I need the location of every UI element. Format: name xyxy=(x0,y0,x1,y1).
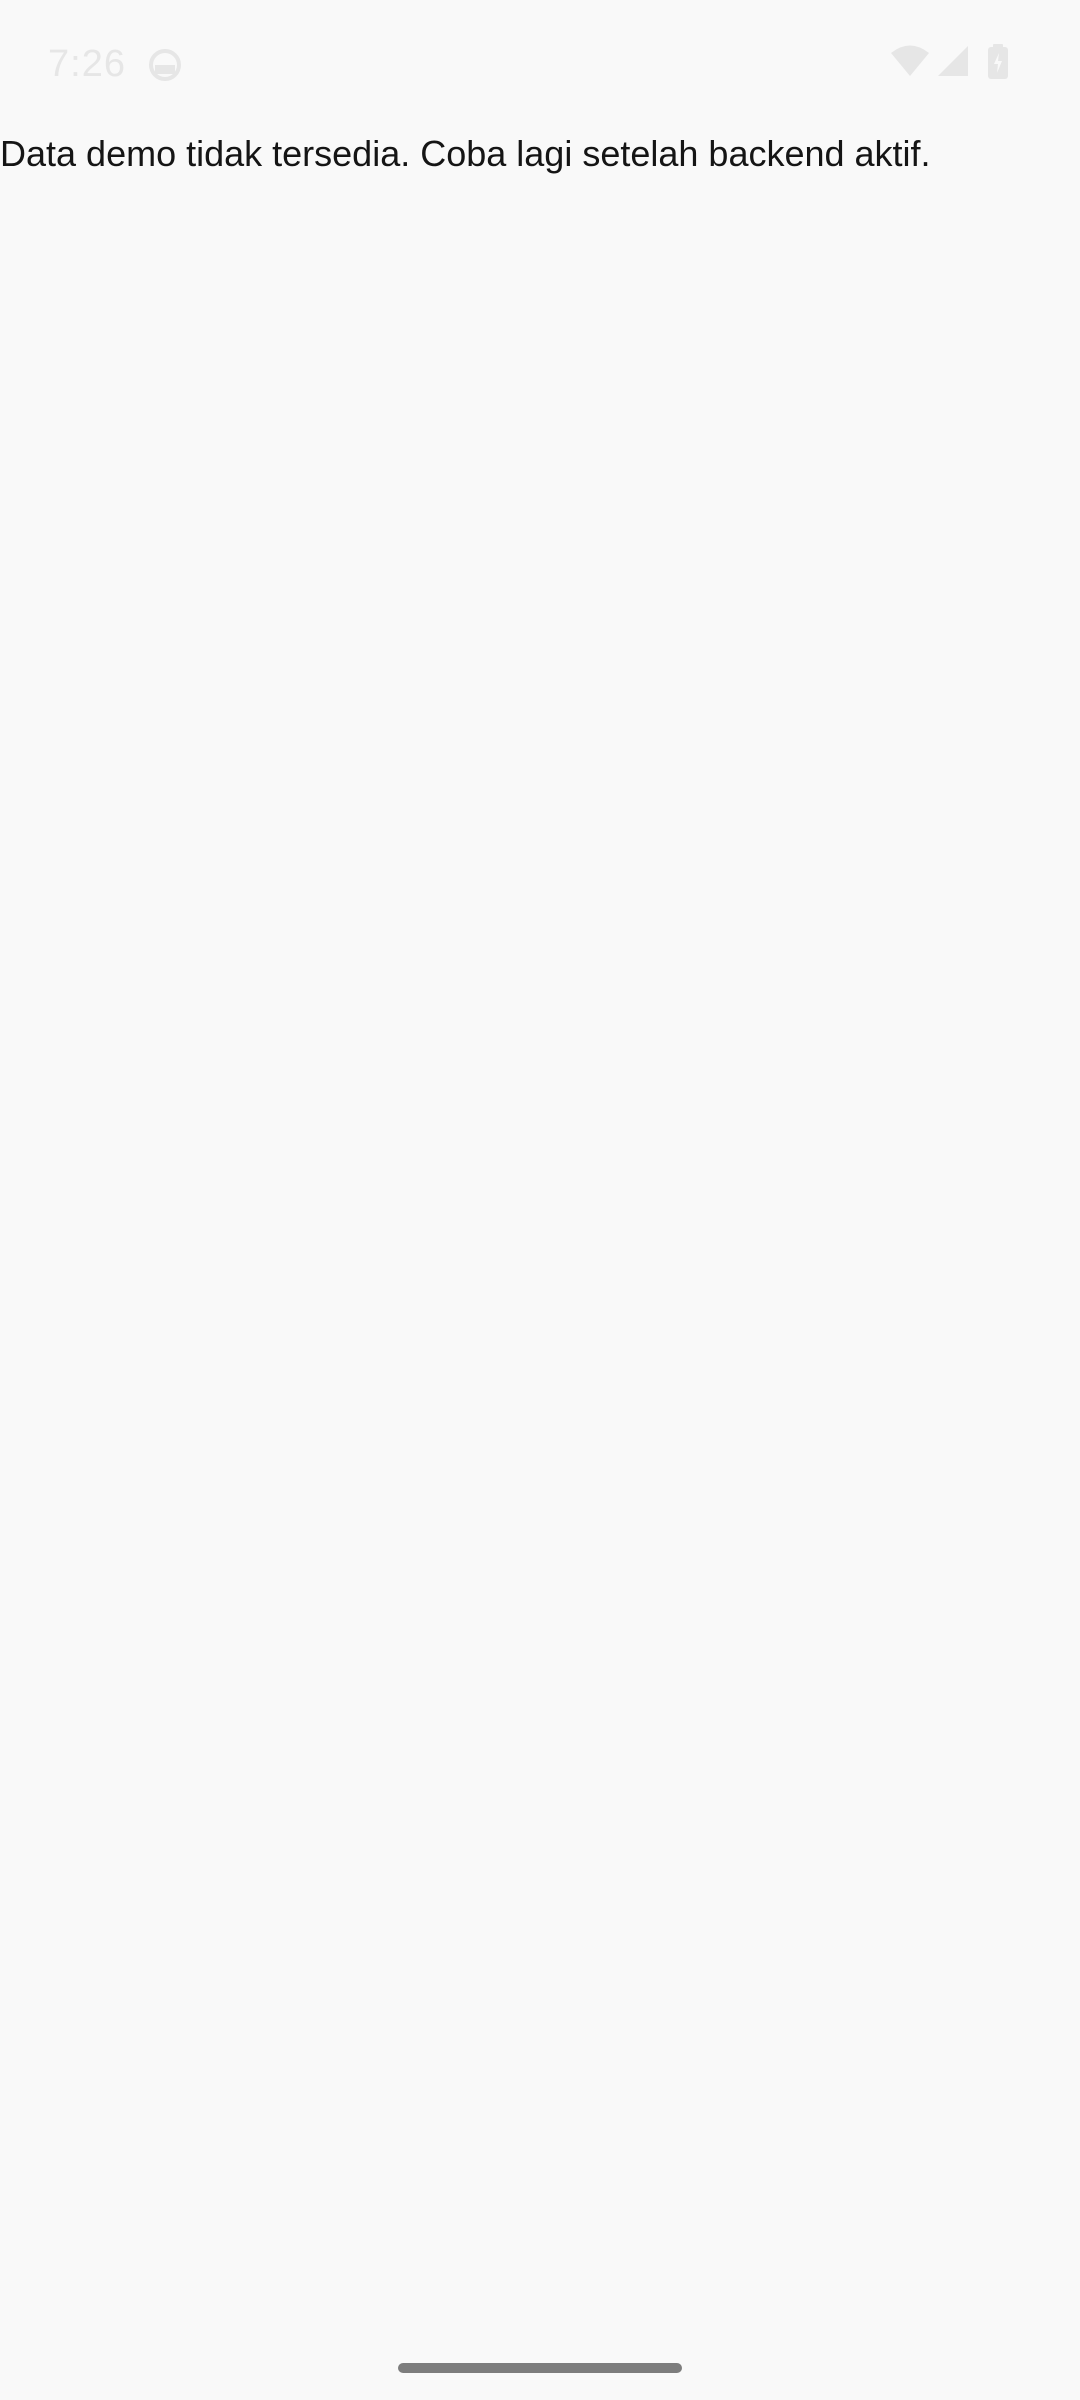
status-icons xyxy=(0,44,1080,84)
cellular-signal-icon xyxy=(936,44,970,83)
empty-state-message: Data demo tidak tersedia. Coba lagi sete… xyxy=(0,133,931,174)
battery-icon xyxy=(987,44,1009,85)
status-bar: 7:26 xyxy=(0,0,1080,130)
wifi-icon xyxy=(890,44,930,83)
gesture-navigation-handle[interactable] xyxy=(398,2363,682,2373)
